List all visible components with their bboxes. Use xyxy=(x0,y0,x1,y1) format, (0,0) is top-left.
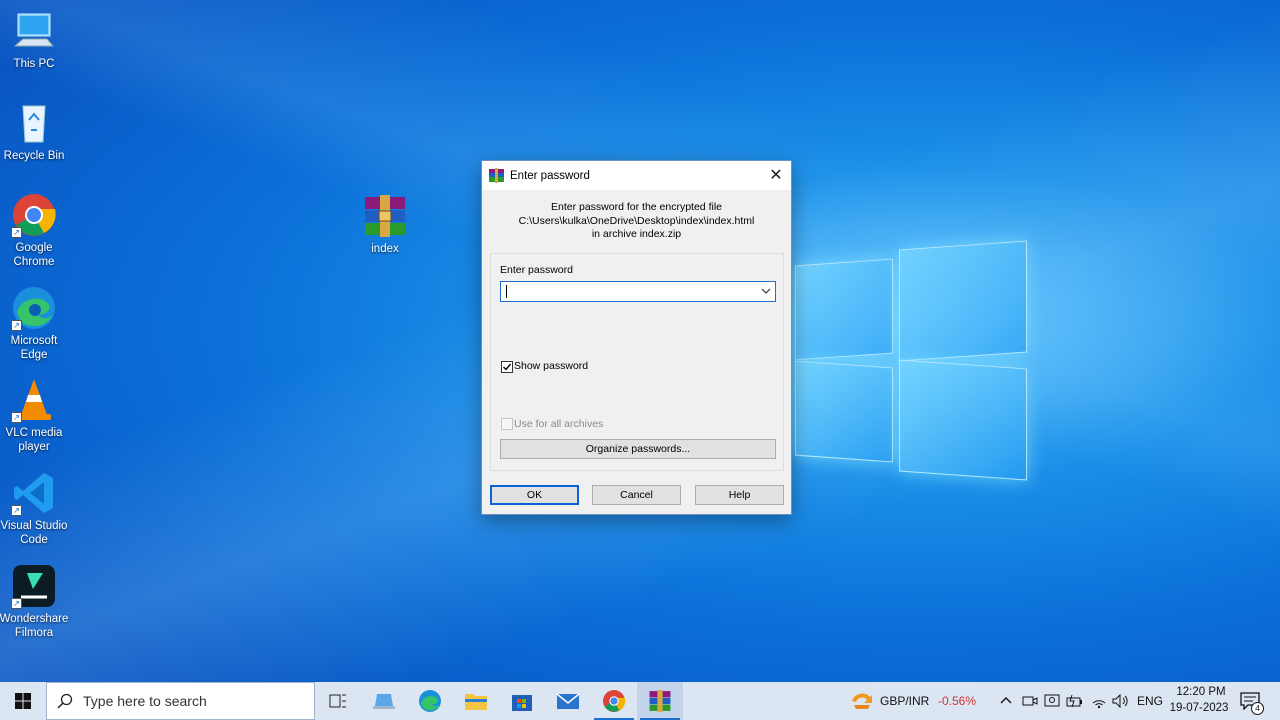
battery-icon[interactable] xyxy=(1066,693,1084,709)
taskbar: Type here to search GBP/INR -0.56% ENG 1… xyxy=(0,682,1280,720)
ticker-label[interactable]: GBP/INR xyxy=(880,694,929,708)
desktop-icon-label: Visual Studio Code xyxy=(0,520,68,546)
start-button[interactable] xyxy=(0,682,46,720)
cancel-button[interactable]: Cancel xyxy=(592,485,681,505)
ok-button[interactable]: OK xyxy=(490,485,579,505)
use-for-all-archives-label[interactable]: Use for all archives xyxy=(514,418,603,430)
use-for-all-archives-checkbox[interactable] xyxy=(501,418,513,430)
mail-icon xyxy=(556,693,580,709)
desktop-icon-label: Recycle Bin xyxy=(3,150,65,162)
taskbar-app-store[interactable] xyxy=(499,682,545,720)
taskbar-app-mail[interactable] xyxy=(545,682,591,720)
password-label: Enter password xyxy=(500,264,573,276)
meet-now-icon[interactable] xyxy=(1022,693,1038,709)
task-view-icon xyxy=(329,694,346,708)
message-file-path: C:\Users\kulka\OneDrive\Desktop\index\in… xyxy=(518,214,755,227)
chevron-up-icon[interactable] xyxy=(1000,695,1012,705)
shortcut-arrow-icon: ↗ xyxy=(11,227,22,238)
taskbar-app-chrome[interactable] xyxy=(591,682,637,720)
desktop-icon-microsoft-edge[interactable]: ↗ Microsoft Edge xyxy=(0,285,71,362)
desktop-icon-recycle-bin[interactable]: Recycle Bin xyxy=(0,100,71,163)
taskbar-app-notebook[interactable] xyxy=(361,682,407,720)
recycle-bin-icon xyxy=(11,100,57,146)
shortcut-arrow-icon: ↗ xyxy=(11,598,22,609)
desktop-icon-label: VLC media player xyxy=(5,427,63,453)
desktop-icon-label: Wondershare Filmora xyxy=(0,613,69,639)
desktop-icon-google-chrome[interactable]: ↗ Google Chrome xyxy=(0,192,71,269)
chrome-icon xyxy=(603,690,626,712)
shortcut-arrow-icon: ↗ xyxy=(11,412,22,423)
edge-icon xyxy=(419,690,441,712)
organize-passwords-button[interactable]: Organize passwords... xyxy=(500,439,776,459)
clock-date[interactable]: 19-07-2023 xyxy=(1166,702,1232,714)
chevron-down-icon[interactable] xyxy=(761,286,771,296)
vscode-icon: ↗ xyxy=(11,470,57,516)
clock-time[interactable]: 12:20 PM xyxy=(1170,686,1232,698)
show-password-checkbox[interactable] xyxy=(501,361,513,373)
dialog-titlebar[interactable]: Enter password xyxy=(482,161,791,190)
winrar-icon xyxy=(489,168,504,183)
desktop-icon-vscode[interactable]: ↗ Visual Studio Code xyxy=(0,470,71,547)
desktop-icon-filmora[interactable]: ↗ Wondershare Filmora xyxy=(0,563,71,640)
desktop-icon-label: index xyxy=(371,243,399,255)
folder-icon xyxy=(465,694,487,710)
taskbar-app-winrar[interactable] xyxy=(637,682,683,720)
text-caret xyxy=(506,285,507,298)
desktop-icon-label: Google Chrome xyxy=(13,242,55,268)
desktop-icon-index-archive[interactable]: index xyxy=(348,193,422,256)
search-placeholder: Type here to search xyxy=(83,693,207,709)
language-indicator[interactable]: ENG xyxy=(1137,694,1163,708)
message-line-3: in archive index.zip xyxy=(591,228,682,240)
ticker-change[interactable]: -0.56% xyxy=(938,694,976,708)
taskbar-app-edge[interactable] xyxy=(407,682,453,720)
desktop-icon-label: This PC xyxy=(13,58,55,70)
dialog-message: Enter password for the encrypted file C:… xyxy=(482,201,791,242)
enter-password-dialog: Enter password ✕ Enter password for the … xyxy=(481,160,792,515)
windows-logo-wallpaper xyxy=(795,240,1030,481)
volume-icon[interactable] xyxy=(1111,693,1129,709)
taskbar-app-file-explorer[interactable] xyxy=(453,682,499,720)
security-icon[interactable] xyxy=(1044,693,1060,709)
wifi-icon[interactable] xyxy=(1091,693,1107,709)
desktop-icon-label: Microsoft Edge xyxy=(10,335,58,361)
help-button[interactable]: Help xyxy=(695,485,784,505)
message-line-1: Enter password for the encrypted file xyxy=(550,201,722,213)
store-bag-icon xyxy=(512,695,532,711)
task-view-button[interactable] xyxy=(315,682,361,720)
close-icon: ✕ xyxy=(769,167,783,184)
windows-start-icon xyxy=(15,693,31,709)
search-icon xyxy=(57,693,73,709)
filmora-icon: ↗ xyxy=(11,563,57,609)
password-group: Enter password Show password Use for all… xyxy=(490,253,784,471)
password-input[interactable] xyxy=(500,281,776,302)
close-button[interactable]: ✕ xyxy=(761,161,791,190)
dialog-title: Enter password xyxy=(510,169,590,182)
edge-icon: ↗ xyxy=(11,285,57,331)
winrar-archive-icon xyxy=(362,193,408,239)
laptop-app-icon xyxy=(373,694,395,709)
chrome-icon: ↗ xyxy=(11,192,57,238)
computer-icon xyxy=(11,8,57,54)
shortcut-arrow-icon: ↗ xyxy=(11,505,22,516)
desktop-icon-this-pc[interactable]: This PC xyxy=(0,8,71,71)
stock-ticker-icon[interactable] xyxy=(850,691,874,711)
notification-count-badge: 4 xyxy=(1251,702,1264,715)
winrar-icon xyxy=(649,690,671,712)
vlc-cone-icon: ↗ xyxy=(11,377,57,423)
shortcut-arrow-icon: ↗ xyxy=(11,320,22,331)
taskbar-search-box[interactable]: Type here to search xyxy=(46,682,315,720)
show-password-label[interactable]: Show password xyxy=(514,360,588,372)
checkmark-icon xyxy=(503,363,512,371)
notification-center-button[interactable]: 4 xyxy=(1240,692,1264,715)
desktop-icon-vlc[interactable]: ↗ VLC media player xyxy=(0,377,71,454)
